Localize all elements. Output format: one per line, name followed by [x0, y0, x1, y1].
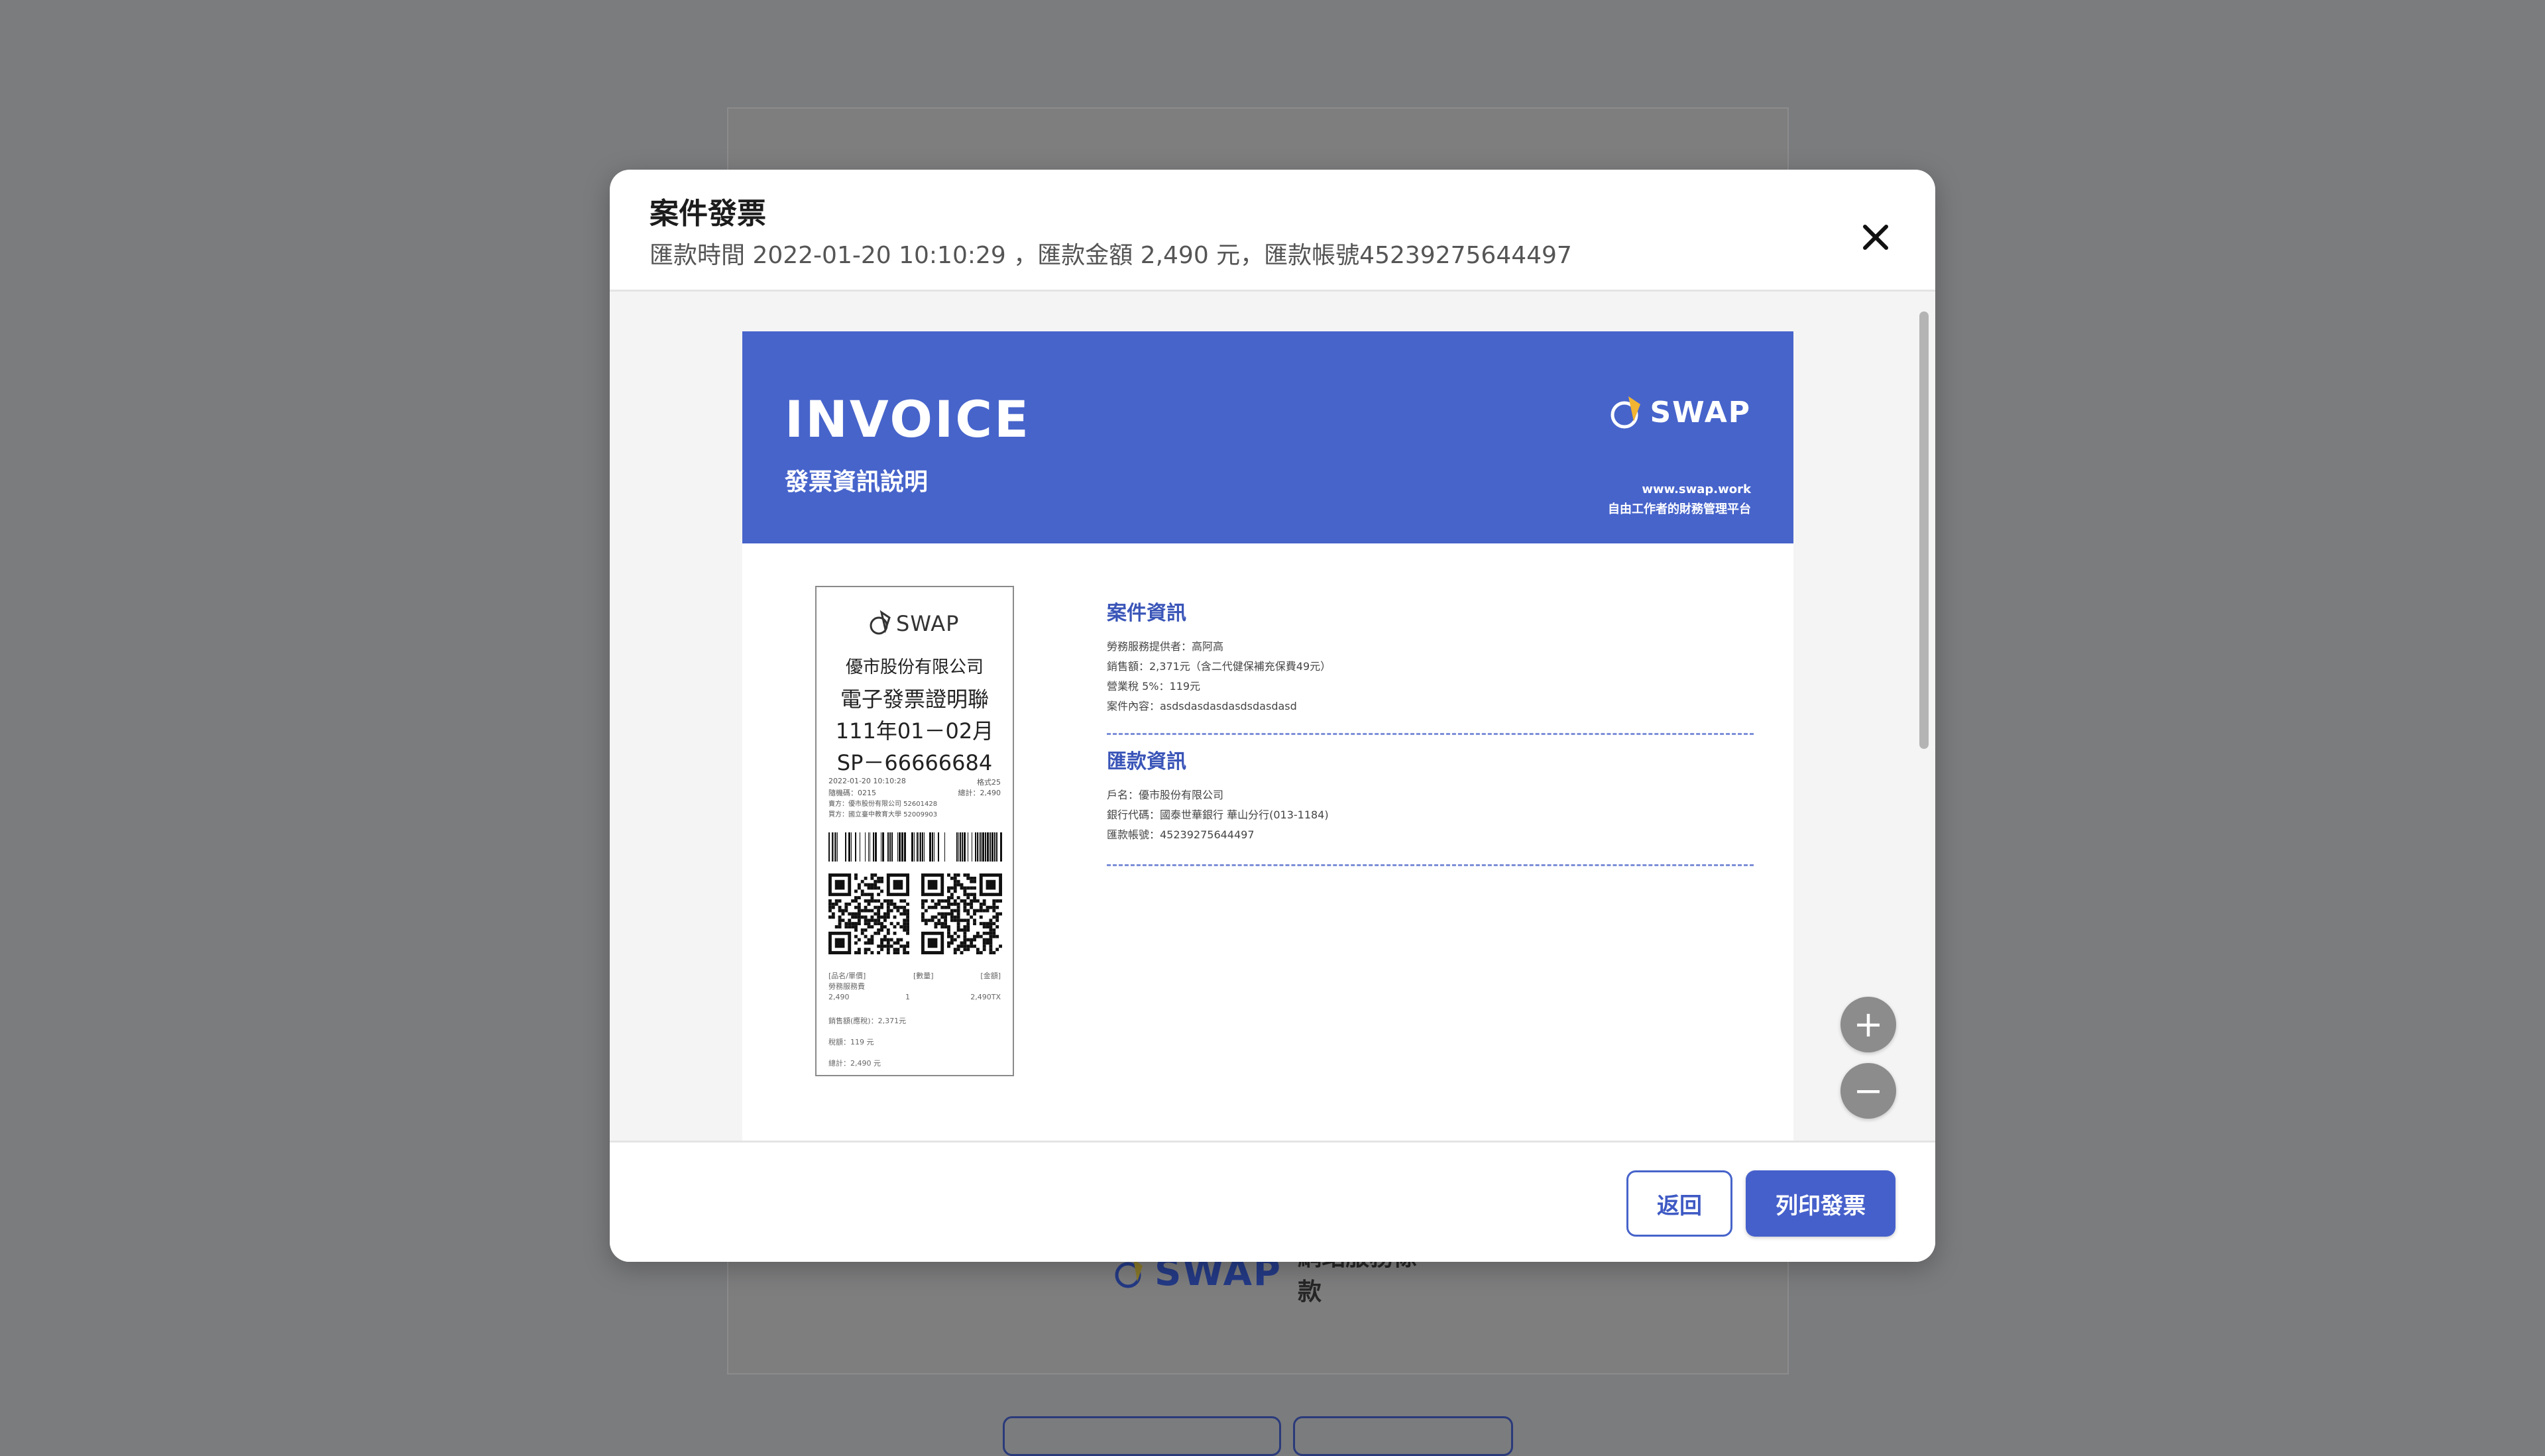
modal-subtitle: 匯款時間 2022-01-20 10:10:29 ，匯款金額 2,490 元，匯… — [650, 242, 1572, 269]
invoice-tagline: 自由工作者的財務管理平台 — [1608, 502, 1751, 516]
modal-title: 案件發票 — [650, 197, 766, 231]
minus-icon: − — [1853, 1070, 1884, 1111]
case-info-line: 營業稅 5%：119元 — [1107, 680, 1201, 693]
section-divider — [1107, 864, 1754, 866]
scrollbar-thumb[interactable] — [1919, 311, 1929, 749]
receipt-sales: 銷售額(應稅)：2,371元 — [828, 1017, 907, 1025]
background-button-right — [1293, 1416, 1513, 1456]
receipt-logo-text: SWAP — [896, 611, 960, 636]
invoice-logo: SWAP — [1609, 392, 1751, 432]
back-button[interactable]: 返回 — [1626, 1170, 1732, 1237]
background-button-left — [1003, 1416, 1281, 1456]
barcode-image — [828, 832, 1002, 862]
receipt-total-short: 總計：2,490 — [958, 789, 1001, 797]
invoice-logo-text: SWAP — [1650, 395, 1751, 429]
receipt-period: 111年01－02月 — [835, 718, 994, 744]
modal-header: 案件發票 匯款時間 2022-01-20 10:10:29 ，匯款金額 2,49… — [610, 170, 1935, 292]
receipt-random-code: 隨機碼：0215 — [828, 789, 876, 797]
receipt-seller: 賣方：優市股份有限公司 52601428 — [828, 801, 938, 808]
receipt-tax: 稅額：119 元 — [828, 1038, 874, 1046]
receipt-doc-title: 電子發票證明聯 — [840, 687, 989, 712]
payment-info-line: 匯款帳號：45239275644497 — [1107, 828, 1255, 841]
receipt-item-qty: 1 — [905, 993, 910, 1001]
close-icon[interactable] — [1849, 211, 1902, 264]
case-info-line: 銷售額：2,371元（含二代健保補充保費49元） — [1107, 660, 1331, 673]
payment-info-line: 銀行代碼：國泰世華銀行 華山分行(013-1184) — [1107, 809, 1329, 821]
receipt-format: 格式25 — [977, 778, 1001, 787]
qr-code-left — [828, 873, 909, 954]
swap-logo-icon — [1611, 396, 1641, 429]
receipt-buyer: 買方：國立臺中教育大學 52009903 — [828, 811, 938, 818]
receipt-company: 優市股份有限公司 — [845, 657, 984, 677]
invoice-title: INVOICE — [785, 390, 1031, 449]
qr-code-right — [921, 873, 1002, 954]
print-invoice-button[interactable]: 列印發票 — [1746, 1170, 1895, 1237]
scrollbar[interactable] — [1919, 305, 1929, 1262]
zoom-in-button[interactable]: + — [1840, 997, 1896, 1052]
receipt-col-item: [品名/單價] — [828, 972, 866, 980]
receipt-logo: SWAP — [868, 610, 959, 638]
receipt-col-amount: [金額] — [980, 972, 1001, 980]
receipt-col-qty: [數量] — [913, 972, 934, 980]
invoice-document: INVOICE 發票資訊說明 SWAP www.swap.work 自由工作者的… — [742, 331, 1793, 1262]
invoice-subtitle: 發票資訊說明 — [785, 469, 929, 496]
modal-footer: 返回 列印發票 — [610, 1141, 1935, 1262]
payment-info-title: 匯款資訊 — [1107, 750, 1186, 773]
receipt-datetime: 2022-01-20 10:10:28 — [828, 777, 906, 785]
plus-icon: + — [1853, 1003, 1884, 1045]
receipt-item-price: 2,490 — [828, 993, 850, 1001]
case-info-line: 勞務服務提供者：高阿高 — [1107, 640, 1224, 653]
invoice-header: INVOICE 發票資訊說明 SWAP www.swap.work 自由工作者的… — [742, 331, 1793, 543]
case-info-title: 案件資訊 — [1107, 602, 1186, 625]
receipt-total: 總計：2,490 元 — [828, 1059, 881, 1068]
zoom-out-button[interactable]: − — [1840, 1063, 1896, 1119]
modal-body[interactable]: INVOICE 發票資訊說明 SWAP www.swap.work 自由工作者的… — [610, 292, 1935, 1262]
section-divider — [1107, 733, 1754, 735]
e-invoice-receipt: SWAP 優市股份有限公司 電子發票證明聯 111年01－02月 SP－6666… — [815, 586, 1014, 1076]
receipt-number: SP－66666684 — [836, 750, 993, 775]
invoice-modal: 案件發票 匯款時間 2022-01-20 10:10:29 ，匯款金額 2,49… — [610, 170, 1935, 1262]
receipt-item-name: 勞務服務費 — [828, 982, 865, 991]
swap-logo-icon — [870, 610, 891, 635]
case-info-line: 案件內容：asdsdasdasdasdsdasdasd — [1107, 700, 1297, 712]
payment-info-line: 戶名：優市股份有限公司 — [1107, 789, 1224, 801]
receipt-item-amount: 2,490TX — [970, 993, 1001, 1001]
invoice-url: www.swap.work — [1642, 482, 1751, 496]
